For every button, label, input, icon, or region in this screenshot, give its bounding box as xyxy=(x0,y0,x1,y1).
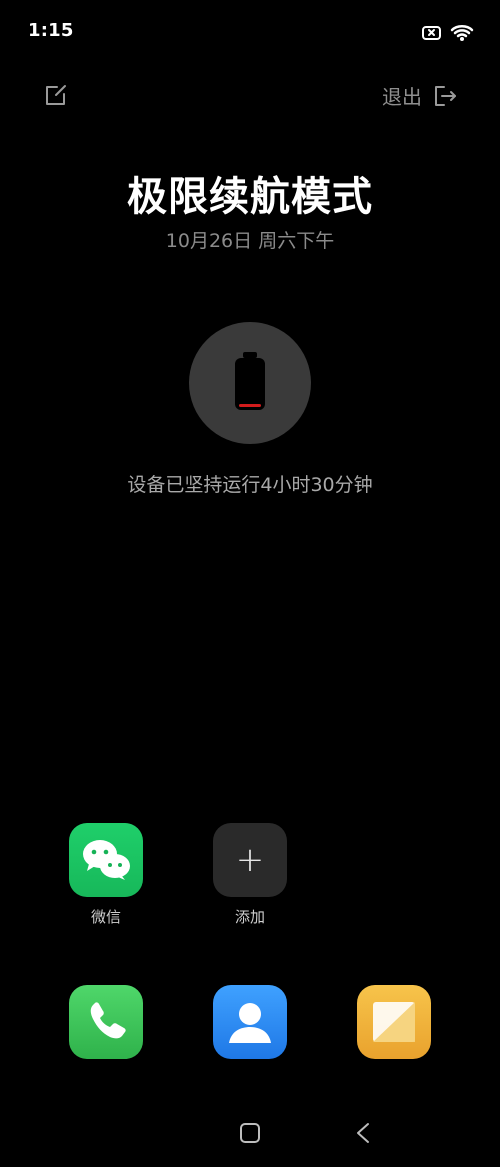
battery-x-icon xyxy=(422,26,441,40)
wechat-app-label: 微信 xyxy=(90,908,121,926)
phone-app-icon[interactable] xyxy=(69,985,143,1059)
back-chevron-icon xyxy=(357,1123,369,1143)
battery-status-circle xyxy=(189,322,311,444)
square-icon xyxy=(240,1123,260,1143)
notes-icon xyxy=(373,1002,415,1042)
date-subtitle: 10月26日 周六下午 xyxy=(165,230,335,252)
page-title: 极限续航模式 xyxy=(127,174,373,220)
exit-icon xyxy=(432,83,458,109)
exit-button[interactable]: 退出 xyxy=(382,81,458,110)
notes-app-icon[interactable] xyxy=(357,985,431,1059)
contacts-icon xyxy=(229,1003,271,1043)
status-time: 1:15 xyxy=(28,20,74,41)
add-app-label: 添加 xyxy=(234,908,265,926)
status-icons xyxy=(422,22,474,44)
runtime-status-text: 设备已坚持运行4小时30分钟 xyxy=(127,474,373,496)
add-app-button[interactable]: + xyxy=(213,823,287,897)
nav-back-button[interactable] xyxy=(352,1121,376,1145)
wechat-app-icon[interactable] xyxy=(69,823,143,897)
contacts-app-icon[interactable] xyxy=(213,985,287,1059)
wifi-icon xyxy=(450,25,474,41)
phone-icon xyxy=(90,1002,126,1039)
battery-low-icon xyxy=(235,352,265,410)
nav-home-button[interactable] xyxy=(239,1122,261,1144)
edit-icon[interactable] xyxy=(44,83,68,107)
exit-label: 退出 xyxy=(382,85,422,109)
wechat-icon xyxy=(83,840,130,880)
plus-icon: + xyxy=(235,840,265,880)
